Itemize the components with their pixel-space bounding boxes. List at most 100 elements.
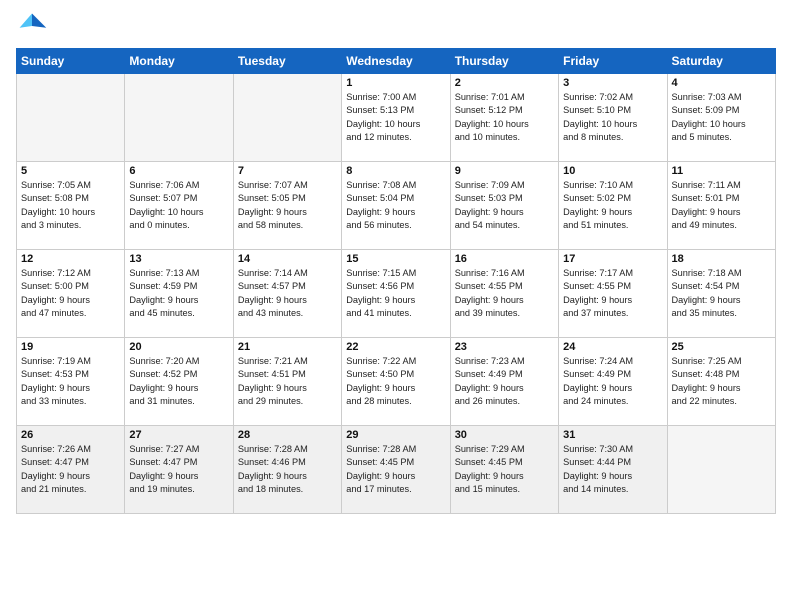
calendar-week-row: 19 Sunrise: 7:19 AMSunset: 4:53 PMDayligh…	[17, 338, 776, 426]
cell-info: Sunrise: 7:10 AMSunset: 5:02 PMDaylight:…	[563, 179, 662, 232]
calendar-cell: 31 Sunrise: 7:30 AMSunset: 4:44 PMDayligh…	[559, 426, 667, 514]
cell-info: Sunrise: 7:21 AMSunset: 4:51 PMDaylight:…	[238, 355, 337, 408]
cell-info: Sunrise: 7:26 AMSunset: 4:47 PMDaylight:…	[21, 443, 120, 496]
cell-info: Sunrise: 7:19 AMSunset: 4:53 PMDaylight:…	[21, 355, 120, 408]
cell-info: Sunrise: 7:01 AMSunset: 5:12 PMDaylight:…	[455, 91, 554, 144]
calendar-header-wednesday: Wednesday	[342, 49, 450, 74]
calendar-cell	[125, 74, 233, 162]
calendar-header-saturday: Saturday	[667, 49, 775, 74]
calendar-cell: 18 Sunrise: 7:18 AMSunset: 4:54 PMDayligh…	[667, 250, 775, 338]
calendar-cell: 17 Sunrise: 7:17 AMSunset: 4:55 PMDayligh…	[559, 250, 667, 338]
calendar-cell: 25Sunrise: 7:25 AMSunset: 4:48 PMDayligh…	[667, 338, 775, 426]
day-number: 18	[672, 253, 771, 265]
cell-info: Sunrise: 7:06 AMSunset: 5:07 PMDaylight:…	[129, 179, 228, 232]
calendar-cell: 1 Sunrise: 7:00 AMSunset: 5:13 PMDaylight…	[342, 74, 450, 162]
cell-info: Sunrise: 7:28 AMSunset: 4:46 PMDaylight:…	[238, 443, 337, 496]
day-number: 30	[455, 429, 554, 441]
day-number: 13	[129, 253, 228, 265]
calendar-cell: 29 Sunrise: 7:28 AMSunset: 4:45 PMDayligh…	[342, 426, 450, 514]
day-number: 2	[455, 77, 554, 89]
day-number: 23	[455, 341, 554, 353]
day-number: 20	[129, 341, 228, 353]
header	[16, 10, 776, 42]
day-number: 11	[672, 165, 771, 177]
calendar-week-row: 26 Sunrise: 7:26 AMSunset: 4:47 PMDayligh…	[17, 426, 776, 514]
cell-info: Sunrise: 7:09 AMSunset: 5:03 PMDaylight:…	[455, 179, 554, 232]
calendar-cell	[233, 74, 341, 162]
calendar-cell: 20Sunrise: 7:20 AMSunset: 4:52 PMDayligh…	[125, 338, 233, 426]
cell-info: Sunrise: 7:00 AMSunset: 5:13 PMDaylight:…	[346, 91, 445, 144]
calendar-cell: 22 Sunrise: 7:22 AMSunset: 4:50 PMDayligh…	[342, 338, 450, 426]
day-number: 25	[672, 341, 771, 353]
page: SundayMondayTuesdayWednesdayThursdayFrid…	[0, 0, 792, 612]
calendar-cell: 7 Sunrise: 7:07 AMSunset: 5:05 PMDaylight…	[233, 162, 341, 250]
calendar-cell: 16Sunrise: 7:16 AMSunset: 4:55 PMDayligh…	[450, 250, 558, 338]
cell-info: Sunrise: 7:08 AMSunset: 5:04 PMDaylight:…	[346, 179, 445, 232]
logo	[16, 10, 52, 42]
cell-info: Sunrise: 7:22 AMSunset: 4:50 PMDaylight:…	[346, 355, 445, 408]
calendar-header-row: SundayMondayTuesdayWednesdayThursdayFrid…	[17, 49, 776, 74]
day-number: 1	[346, 77, 445, 89]
calendar-cell: 12 Sunrise: 7:12 AMSunset: 5:00 PMDayligh…	[17, 250, 125, 338]
cell-info: Sunrise: 7:28 AMSunset: 4:45 PMDaylight:…	[346, 443, 445, 496]
cell-info: Sunrise: 7:30 AMSunset: 4:44 PMDaylight:…	[563, 443, 662, 496]
calendar-cell: 21 Sunrise: 7:21 AMSunset: 4:51 PMDayligh…	[233, 338, 341, 426]
day-number: 14	[238, 253, 337, 265]
calendar-cell: 14 Sunrise: 7:14 AMSunset: 4:57 PMDayligh…	[233, 250, 341, 338]
day-number: 26	[21, 429, 120, 441]
logo-icon	[16, 10, 48, 42]
calendar-cell: 6 Sunrise: 7:06 AMSunset: 5:07 PMDaylight…	[125, 162, 233, 250]
cell-info: Sunrise: 7:14 AMSunset: 4:57 PMDaylight:…	[238, 267, 337, 320]
calendar-cell	[17, 74, 125, 162]
day-number: 19	[21, 341, 120, 353]
calendar-cell: 28 Sunrise: 7:28 AMSunset: 4:46 PMDayligh…	[233, 426, 341, 514]
calendar-cell: 13 Sunrise: 7:13 AMSunset: 4:59 PMDayligh…	[125, 250, 233, 338]
cell-info: Sunrise: 7:27 AMSunset: 4:47 PMDaylight:…	[129, 443, 228, 496]
calendar-cell: 11 Sunrise: 7:11 AMSunset: 5:01 PMDayligh…	[667, 162, 775, 250]
day-number: 29	[346, 429, 445, 441]
day-number: 24	[563, 341, 662, 353]
cell-info: Sunrise: 7:29 AMSunset: 4:45 PMDaylight:…	[455, 443, 554, 496]
day-number: 7	[238, 165, 337, 177]
day-number: 27	[129, 429, 228, 441]
day-number: 28	[238, 429, 337, 441]
calendar-cell: 27 Sunrise: 7:27 AMSunset: 4:47 PMDayligh…	[125, 426, 233, 514]
calendar-cell: 30 Sunrise: 7:29 AMSunset: 4:45 PMDayligh…	[450, 426, 558, 514]
calendar-week-row: 5 Sunrise: 7:05 AMSunset: 5:08 PMDaylight…	[17, 162, 776, 250]
calendar-cell: 5 Sunrise: 7:05 AMSunset: 5:08 PMDaylight…	[17, 162, 125, 250]
cell-info: Sunrise: 7:23 AMSunset: 4:49 PMDaylight:…	[455, 355, 554, 408]
cell-info: Sunrise: 7:15 AMSunset: 4:56 PMDaylight:…	[346, 267, 445, 320]
day-number: 10	[563, 165, 662, 177]
calendar-week-row: 1 Sunrise: 7:00 AMSunset: 5:13 PMDaylight…	[17, 74, 776, 162]
cell-info: Sunrise: 7:03 AMSunset: 5:09 PMDaylight:…	[672, 91, 771, 144]
calendar-cell: 2 Sunrise: 7:01 AMSunset: 5:12 PMDaylight…	[450, 74, 558, 162]
calendar-cell: 3 Sunrise: 7:02 AMSunset: 5:10 PMDaylight…	[559, 74, 667, 162]
day-number: 12	[21, 253, 120, 265]
cell-info: Sunrise: 7:24 AMSunset: 4:49 PMDaylight:…	[563, 355, 662, 408]
cell-info: Sunrise: 7:11 AMSunset: 5:01 PMDaylight:…	[672, 179, 771, 232]
cell-info: Sunrise: 7:07 AMSunset: 5:05 PMDaylight:…	[238, 179, 337, 232]
day-number: 6	[129, 165, 228, 177]
day-number: 15	[346, 253, 445, 265]
calendar-table: SundayMondayTuesdayWednesdayThursdayFrid…	[16, 48, 776, 514]
day-number: 17	[563, 253, 662, 265]
calendar-cell	[667, 426, 775, 514]
day-number: 22	[346, 341, 445, 353]
day-number: 5	[21, 165, 120, 177]
cell-info: Sunrise: 7:13 AMSunset: 4:59 PMDaylight:…	[129, 267, 228, 320]
cell-info: Sunrise: 7:12 AMSunset: 5:00 PMDaylight:…	[21, 267, 120, 320]
day-number: 9	[455, 165, 554, 177]
calendar-cell: 24 Sunrise: 7:24 AMSunset: 4:49 PMDayligh…	[559, 338, 667, 426]
cell-info: Sunrise: 7:05 AMSunset: 5:08 PMDaylight:…	[21, 179, 120, 232]
calendar-cell: 15 Sunrise: 7:15 AMSunset: 4:56 PMDayligh…	[342, 250, 450, 338]
day-number: 21	[238, 341, 337, 353]
day-number: 3	[563, 77, 662, 89]
cell-info: Sunrise: 7:18 AMSunset: 4:54 PMDaylight:…	[672, 267, 771, 320]
cell-info: Sunrise: 7:02 AMSunset: 5:10 PMDaylight:…	[563, 91, 662, 144]
calendar-cell: 19 Sunrise: 7:19 AMSunset: 4:53 PMDayligh…	[17, 338, 125, 426]
day-number: 31	[563, 429, 662, 441]
cell-info: Sunrise: 7:17 AMSunset: 4:55 PMDaylight:…	[563, 267, 662, 320]
calendar-cell: 10 Sunrise: 7:10 AMSunset: 5:02 PMDayligh…	[559, 162, 667, 250]
calendar-cell: 9 Sunrise: 7:09 AMSunset: 5:03 PMDaylight…	[450, 162, 558, 250]
calendar-week-row: 12 Sunrise: 7:12 AMSunset: 5:00 PMDayligh…	[17, 250, 776, 338]
